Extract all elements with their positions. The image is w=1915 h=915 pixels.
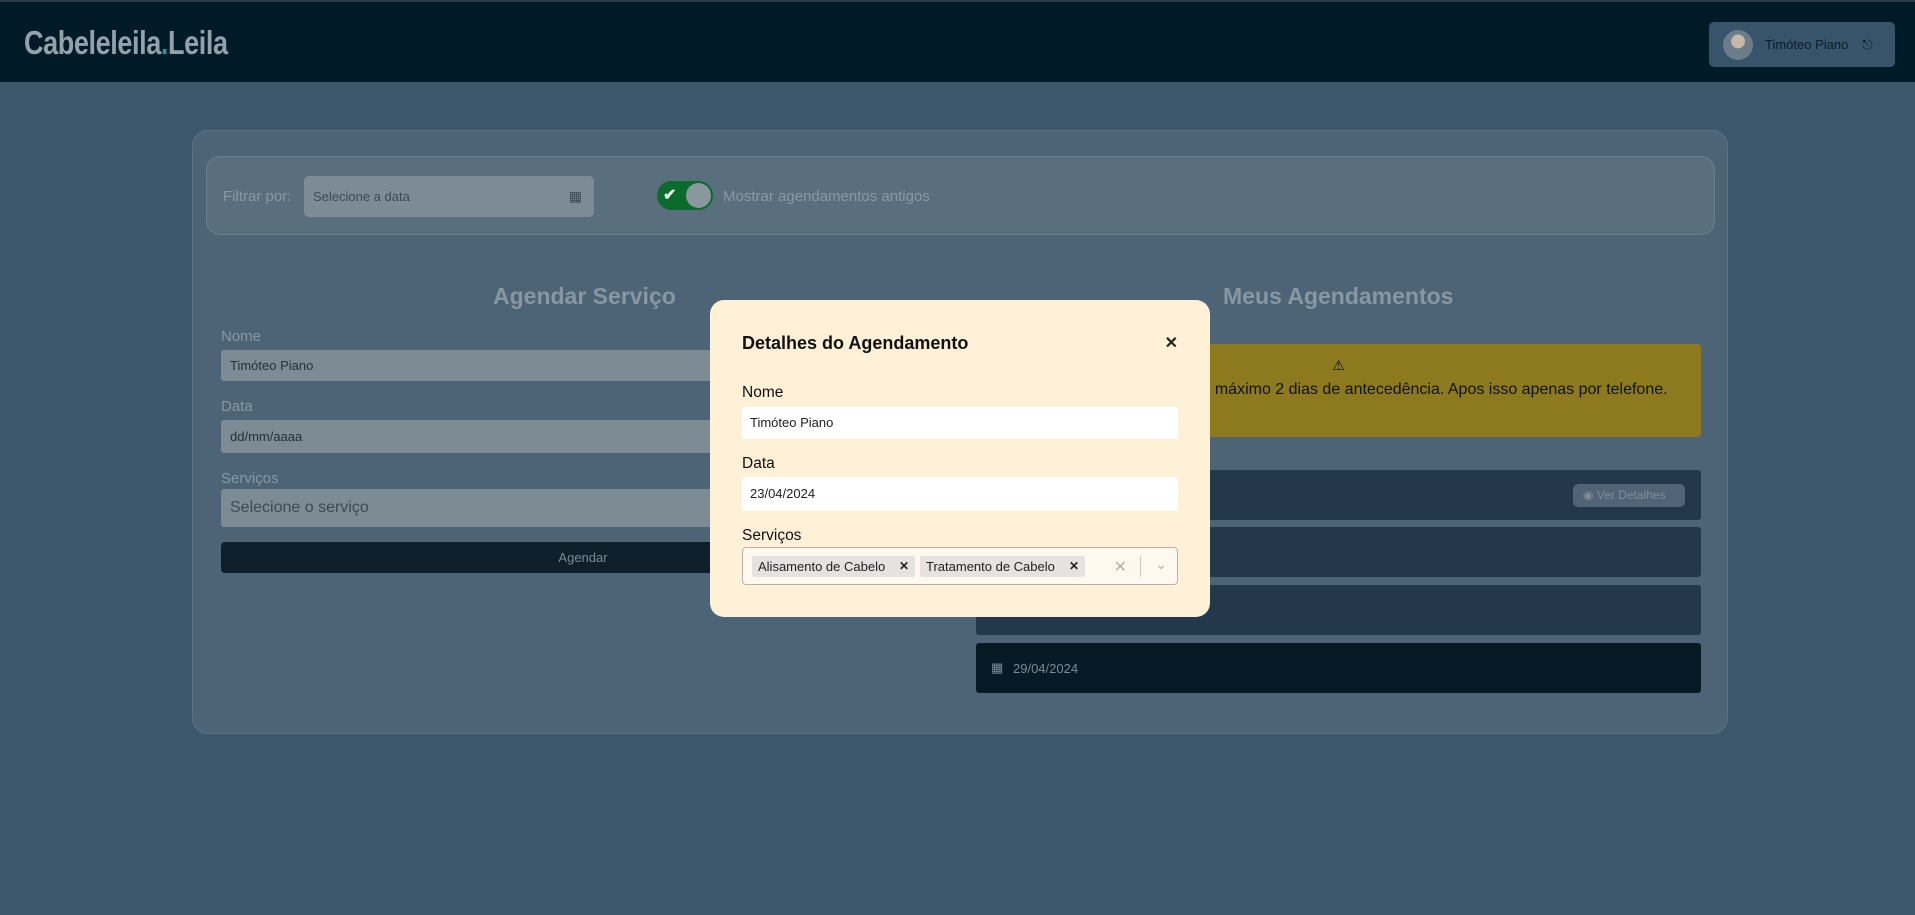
check-icon: ✔ bbox=[663, 187, 677, 204]
modal-services-label: Serviços bbox=[742, 527, 802, 544]
view-details-button[interactable]: ◉ Ver Detalhes bbox=[1573, 484, 1685, 507]
services-select[interactable]: Selecione o serviço bbox=[221, 489, 721, 527]
services-label: Serviços bbox=[221, 470, 279, 487]
select-separator bbox=[1140, 556, 1141, 577]
chevron-down-icon[interactable]: ⌄ bbox=[1155, 556, 1167, 573]
logo-text-part1: Cabeleleila bbox=[24, 24, 161, 61]
toggle-knob bbox=[686, 183, 711, 208]
view-details-label: Ver Detalhes bbox=[1596, 488, 1666, 502]
remove-chip-icon[interactable]: ✕ bbox=[1069, 556, 1079, 577]
service-chip: Alisamento de Cabelo ✕ bbox=[752, 556, 915, 577]
modal-date-label: Data bbox=[742, 455, 775, 472]
date-label: Data bbox=[221, 398, 253, 415]
calendar-icon[interactable]: ▦ bbox=[569, 188, 582, 205]
appointments-title: Meus Agendamentos bbox=[1223, 283, 1454, 309]
eye-icon: ◉ bbox=[1583, 488, 1594, 502]
filter-bar: Filtrar por: Selecione a data ▦ ✔ Mostra… bbox=[206, 156, 1715, 235]
calendar-icon: ▦ bbox=[991, 660, 1004, 675]
remove-chip-icon[interactable]: ✕ bbox=[899, 556, 909, 577]
filter-label: Filtrar por: bbox=[223, 188, 292, 205]
modal-date-field[interactable]: 23/04/2024 bbox=[742, 477, 1178, 511]
modal-title: Detalhes do Agendamento bbox=[742, 333, 969, 353]
name-label: Nome bbox=[221, 328, 262, 345]
avatar bbox=[1723, 29, 1753, 60]
service-chip: Tratamento de Cabelo ✕ bbox=[920, 556, 1085, 577]
filter-date-placeholder: Selecione a data bbox=[313, 189, 410, 204]
service-chip-label: Tratamento de Cabelo bbox=[926, 559, 1055, 574]
toggle-label: Mostrar agendamentos antigos bbox=[723, 188, 930, 205]
modal-name-label: Nome bbox=[742, 384, 784, 401]
service-chip-label: Alisamento de Cabelo bbox=[758, 559, 886, 574]
appointment-item[interactable]: ▦ 29/04/2024 bbox=[976, 643, 1701, 693]
appointment-date: 29/04/2024 bbox=[1013, 661, 1079, 676]
close-icon[interactable]: ✕ bbox=[1165, 333, 1178, 353]
user-name: Timóteo Piano bbox=[1765, 37, 1849, 52]
name-field[interactable]: Timóteo Piano bbox=[221, 350, 721, 381]
filter-date-input[interactable]: Selecione a data ▦ bbox=[304, 176, 594, 217]
user-menu-button[interactable]: Timóteo Piano ⎋ bbox=[1709, 22, 1895, 67]
date-field[interactable]: dd/mm/aaaa bbox=[221, 420, 721, 453]
app-header: Cabeleleila.Leila Timóteo Piano ⎋ bbox=[0, 0, 1915, 82]
app-logo[interactable]: Cabeleleila.Leila bbox=[24, 24, 228, 62]
show-old-toggle[interactable]: ✔ bbox=[657, 181, 713, 210]
logo-text-part2: Leila bbox=[167, 24, 228, 61]
logo-dot: . bbox=[160, 24, 169, 61]
appointment-details-modal: Detalhes do Agendamento ✕ Nome Timóteo P… bbox=[710, 300, 1210, 617]
clear-selection-icon[interactable]: ✕ bbox=[1114, 557, 1127, 577]
modal-services-select[interactable]: Alisamento de Cabelo ✕ Tratamento de Cab… bbox=[742, 547, 1178, 585]
modal-name-field[interactable]: Timóteo Piano bbox=[742, 407, 1178, 439]
logout-icon[interactable]: ⎋ bbox=[1862, 37, 1872, 53]
schedule-title: Agendar Serviço bbox=[493, 283, 676, 309]
